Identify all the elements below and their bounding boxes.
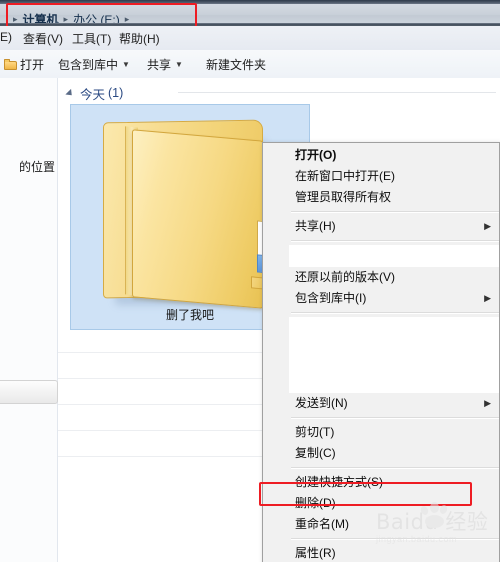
- toolbar-button-open-label: 打开: [20, 58, 45, 72]
- menu-item-help[interactable]: 帮助(H): [119, 30, 160, 47]
- context-menu-item[interactable]: 删除(D): [263, 493, 499, 514]
- context-menu-separator: [291, 417, 499, 419]
- context-menu-separator: [291, 240, 499, 242]
- folder-front-flap: [132, 129, 264, 309]
- context-menu-item[interactable]: 在新窗口中打开(E): [263, 166, 499, 187]
- group-header-count: (1): [108, 86, 124, 100]
- toolbar-button-open[interactable]: 打开: [4, 56, 44, 73]
- toolbar-button-include-in-library-label: 包含到库中: [58, 58, 119, 72]
- folder-open-icon: [4, 59, 17, 70]
- group-header-divider: [178, 92, 496, 93]
- explorer-window: ▸ 计算机 ▸ 办公 (E:) ▸ E) 查看(V) 工具(T) 帮助(H) 打…: [0, 0, 500, 562]
- context-menu-separator: [291, 467, 499, 469]
- toolbar-button-new-folder[interactable]: 新建文件夹: [206, 56, 266, 73]
- command-bar: 打开 包含到库中 ▼ 共享 ▼ 新建文件夹: [0, 50, 500, 79]
- menu-item-edit[interactable]: E): [0, 30, 12, 44]
- context-menu-item[interactable]: 重命名(M): [263, 514, 499, 535]
- toolbar-button-share-label: 共享: [147, 58, 172, 72]
- context-menu-item[interactable]: 发送到(N) ▶: [263, 393, 499, 414]
- context-menu-body: 打开(O) 在新窗口中打开(E) 管理员取得所有权 共享(H) ▶ 还原以前的版本(V) 包…: [263, 143, 499, 562]
- context-menu-item[interactable]: 属性(R): [263, 543, 499, 562]
- folder-icon: [99, 119, 277, 309]
- menu-item-tools[interactable]: 工具(T): [72, 30, 111, 47]
- group-header-today[interactable]: 今天 (1): [65, 84, 124, 102]
- context-menu-item[interactable]: 管理员取得所有权: [263, 187, 499, 208]
- context-menu-blank-region: [263, 245, 499, 267]
- chevron-down-icon: ▼: [175, 60, 183, 69]
- submenu-arrow-icon: ▶: [484, 293, 491, 303]
- chevron-down-icon: ▼: [122, 60, 130, 69]
- submenu-arrow-icon: ▶: [484, 398, 491, 408]
- context-menu-separator: [291, 211, 499, 213]
- submenu-arrow-icon: ▶: [484, 221, 491, 231]
- group-header-label: 今天: [80, 87, 106, 102]
- toolbar-button-new-folder-label: 新建文件夹: [206, 58, 267, 72]
- context-menu-separator: [291, 312, 499, 314]
- toolbar-button-include-in-library[interactable]: 包含到库中 ▼: [58, 56, 130, 73]
- context-menu-blank-region: [263, 317, 499, 393]
- context-menu-item[interactable]: 复制(C): [263, 443, 499, 464]
- navigation-pane: 的位置: [0, 78, 58, 562]
- context-menu-item[interactable]: 还原以前的版本(V): [263, 267, 499, 288]
- context-menu-separator: [291, 538, 499, 540]
- nav-item-button[interactable]: [0, 380, 58, 404]
- context-menu[interactable]: 打开(O) 在新窗口中打开(E) 管理员取得所有权 共享(H) ▶ 还原以前的版本(V) 包…: [262, 142, 500, 562]
- context-menu-item[interactable]: 打开(O): [263, 145, 499, 166]
- collapse-triangle-icon[interactable]: [65, 88, 75, 98]
- context-menu-item[interactable]: 剪切(T): [263, 422, 499, 443]
- context-menu-item[interactable]: 共享(H) ▶: [263, 216, 499, 237]
- context-menu-item[interactable]: 包含到库中(I) ▶: [263, 288, 499, 309]
- menu-item-view[interactable]: 查看(V): [23, 30, 63, 47]
- context-menu-item[interactable]: 创建快捷方式(S): [263, 472, 499, 493]
- toolbar-button-share[interactable]: 共享 ▼: [147, 56, 183, 73]
- nav-item-recent-places-truncated[interactable]: 的位置: [19, 158, 55, 175]
- menu-bar: E) 查看(V) 工具(T) 帮助(H): [0, 26, 500, 51]
